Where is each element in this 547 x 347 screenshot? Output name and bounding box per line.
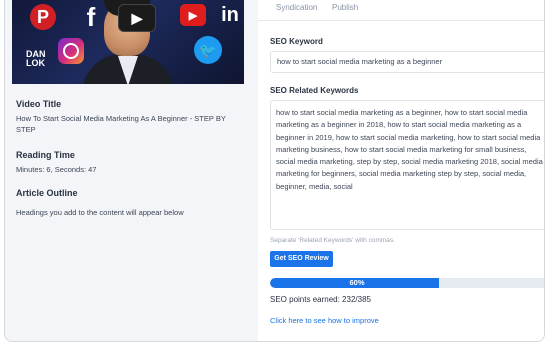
pinterest-icon: P [30,4,56,30]
seo-keyword-input[interactable]: how to start social media marketing as a… [270,51,544,73]
youtube-icon: ▶ [180,4,206,26]
article-outline-hint: Headings you add to the content will app… [16,208,184,217]
seo-related-keywords-label: SEO Related Keywords [270,86,359,95]
facebook-icon: f [86,1,96,32]
seo-points-text: SEO points earned: 232/385 [270,295,371,304]
video-thumbnail[interactable]: P f ▶ ▶ in 🐦 DAN LOK [12,0,244,84]
app-frame: P f ▶ ▶ in 🐦 DAN LOK Video Title How To … [4,0,545,342]
youtube-play-icon: ▶ [118,4,156,32]
linkedin-icon: in [221,3,239,26]
reading-time-value: Minutes: 6, Seconds: 47 [16,165,97,174]
seo-progress-label: 60% [349,278,365,287]
seo-related-keywords-textarea[interactable]: how to start social media marketing as a… [270,100,544,230]
seo-keyword-label: SEO Keyword [270,37,323,46]
left-panel: P f ▶ ▶ in 🐦 DAN LOK Video Title How To … [5,0,252,341]
tab-bar: Syndication Publish [258,0,544,21]
article-outline-label: Article Outline [16,188,78,198]
get-seo-review-button[interactable]: Get SEO Review [270,251,333,267]
video-title-value: How To Start Social Media Marketing As A… [16,114,226,134]
video-title-label: Video Title [16,99,62,109]
reading-time-label: Reading Time [16,150,75,160]
brand-logo: DAN LOK [26,49,46,68]
instagram-icon [58,38,84,64]
tab-syndication[interactable]: Syndication [276,3,317,12]
tab-publish[interactable]: Publish [332,3,358,12]
right-panel: Syndication Publish SEO Keyword how to s… [258,0,544,341]
related-keywords-hint: Separate 'Related Keywords' with commas. [270,237,395,244]
twitter-icon: 🐦 [194,36,222,64]
improve-link[interactable]: Click here to see how to improve [270,316,379,325]
